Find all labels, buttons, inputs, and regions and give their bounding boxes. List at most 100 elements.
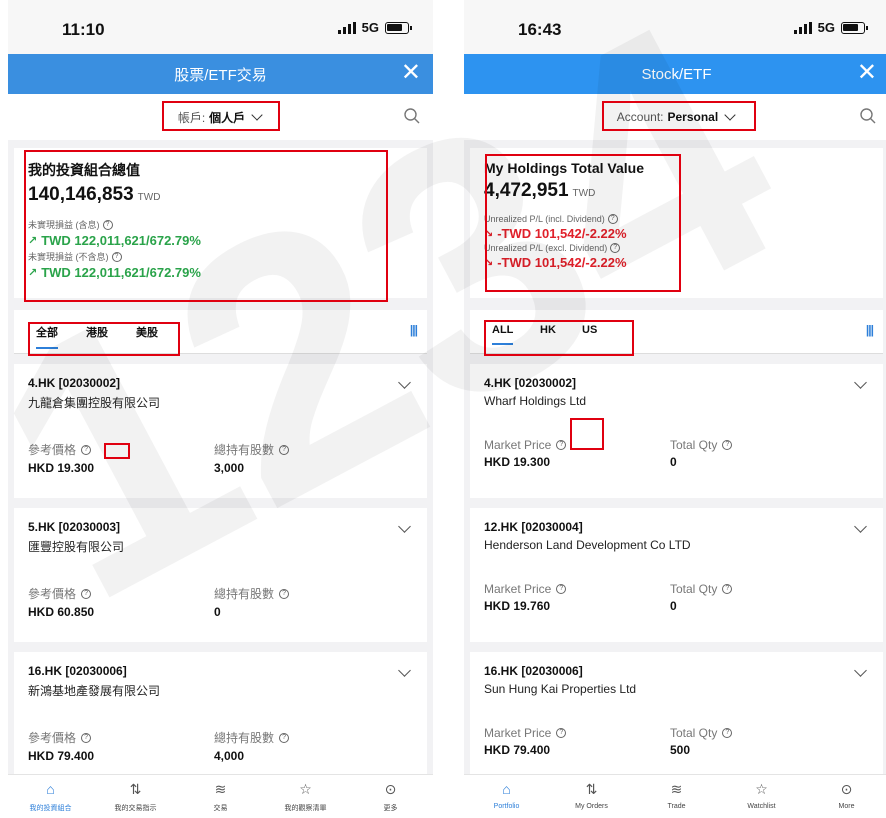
- nav-more[interactable]: ⊙ More: [804, 775, 886, 818]
- signal-icon: [337, 21, 356, 34]
- help-icon[interactable]: ?: [81, 444, 92, 455]
- tab-all[interactable]: 全部: [36, 324, 58, 349]
- phone-screen-english: 16:43 5G Stock/ETF ✕ Account: Personal M…: [464, 0, 886, 818]
- network-type: 5G: [817, 20, 835, 35]
- chevron-down-icon: [251, 109, 263, 121]
- tab-us[interactable]: 美股: [136, 324, 158, 340]
- help-icon[interactable]: ?: [722, 728, 733, 738]
- qty-label: Total Qty: [670, 726, 718, 740]
- nav-orders[interactable]: ⇅ My Orders: [549, 775, 634, 818]
- holding-name: Sun Hung Kai Properties Ltd: [484, 682, 637, 696]
- page-header: Stock/ETF ✕: [464, 54, 886, 94]
- nav-more[interactable]: ⊙ 更多: [348, 775, 433, 818]
- help-icon[interactable]: ?: [607, 214, 618, 224]
- help-icon[interactable]: ?: [81, 588, 92, 599]
- swap-arrows-icon: ⇅: [585, 781, 598, 797]
- bottom-nav: ⌂ 我的投資組合 ⇅ 我的交易指示 ≋ 交易 ☆ 我的觀察清單 ⊙ 更多: [8, 774, 433, 818]
- signal-icon: [793, 21, 812, 34]
- holding-code: 5.HK [02030003]: [28, 520, 121, 534]
- close-icon[interactable]: ✕: [857, 60, 877, 86]
- help-icon[interactable]: ?: [279, 588, 290, 599]
- help-icon[interactable]: ?: [556, 728, 567, 738]
- close-icon[interactable]: ✕: [401, 60, 421, 86]
- holding-card[interactable]: 16.HK [02030006] Sun Hung Kai Properties…: [470, 652, 883, 786]
- nav-trade[interactable]: ≋ Trade: [634, 775, 719, 818]
- help-icon[interactable]: ?: [556, 584, 567, 594]
- help-icon[interactable]: ?: [279, 732, 290, 743]
- trend-down-icon: ↘: [484, 257, 494, 269]
- pl-excl-label: 未實現損益 (不含息): [28, 252, 109, 262]
- star-icon: ☆: [299, 781, 312, 797]
- help-icon[interactable]: ?: [722, 440, 733, 450]
- help-icon[interactable]: ?: [556, 440, 567, 450]
- battery-icon: [385, 21, 412, 34]
- account-row: 帳戶: 個人戶: [8, 94, 433, 140]
- account-value: 個人戶: [209, 110, 246, 125]
- qty-value: 500: [670, 743, 691, 757]
- more-icon: ⊙: [840, 781, 853, 797]
- qty-value: 0: [214, 605, 221, 619]
- battery-icon: [841, 21, 868, 34]
- summary-title: My Holdings Total Value: [484, 160, 644, 176]
- status-time: 11:10: [62, 20, 105, 39]
- price-label: 參考價格: [28, 443, 77, 457]
- holding-card[interactable]: 16.HK [02030006] 新鴻基地產發展有限公司 參考價格? HKD 7…: [14, 652, 427, 786]
- portfolio-summary-card: 我的投資組合總值 140,146,853 TWD 未實現損益 (含息) ? ↗ …: [14, 148, 427, 298]
- holding-card[interactable]: 4.HK [02030002] Wharf Holdings Ltd Marke…: [470, 364, 883, 498]
- tab-us[interactable]: US: [582, 324, 597, 336]
- market-tabs: 全部 港股 美股 |||: [14, 310, 427, 354]
- filter-icon[interactable]: |||: [410, 323, 418, 337]
- holding-code: 12.HK [02030004]: [484, 520, 583, 534]
- page-title: Stock/ETF: [641, 65, 712, 83]
- more-icon: ⊙: [384, 781, 397, 797]
- home-icon: ⌂: [46, 781, 55, 797]
- help-icon[interactable]: ?: [81, 732, 92, 743]
- nav-orders[interactable]: ⇅ 我的交易指示: [93, 775, 178, 818]
- qty-label: Total Qty: [670, 438, 718, 452]
- qty-value: 0: [670, 455, 677, 469]
- holding-code: 4.HK [02030002]: [28, 376, 121, 390]
- holding-card[interactable]: 5.HK [02030003] 匯豐控股有限公司 參考價格? HKD 60.85…: [14, 508, 427, 642]
- holding-code: 4.HK [02030002]: [484, 376, 577, 390]
- search-icon[interactable]: [403, 107, 421, 125]
- tab-hk[interactable]: HK: [540, 324, 556, 336]
- nav-watchlist[interactable]: ☆ 我的觀察清單: [263, 775, 348, 818]
- star-icon: ☆: [755, 781, 768, 797]
- network-type: 5G: [361, 20, 379, 35]
- price-label: 參考價格: [28, 587, 77, 601]
- help-icon[interactable]: ?: [111, 251, 122, 262]
- help-icon[interactable]: ?: [279, 444, 290, 455]
- trade-icon: ≋: [670, 781, 683, 797]
- status-bar: 16:43 5G: [464, 0, 886, 54]
- price-label: 參考價格: [28, 731, 77, 745]
- trend-down-icon: ↘: [484, 228, 494, 240]
- nav-trade[interactable]: ≋ 交易: [178, 775, 263, 818]
- holding-card[interactable]: 4.HK [02030002] 九龍倉集團控股有限公司 參考價格? HKD 19…: [14, 364, 427, 498]
- summary-title: 我的投資組合總值: [28, 162, 140, 178]
- help-icon[interactable]: ?: [102, 219, 113, 230]
- nav-watchlist[interactable]: ☆ Watchlist: [719, 775, 804, 818]
- filter-icon[interactable]: |||: [866, 323, 874, 337]
- holding-code: 16.HK [02030006]: [484, 664, 583, 678]
- pl-incl-label: Unrealized P/L (incl. Dividend): [484, 214, 605, 224]
- status-time: 16:43: [518, 20, 562, 39]
- portfolio-summary-card: My Holdings Total Value 4,472,951 TWD Un…: [470, 148, 883, 298]
- tab-all[interactable]: ALL: [492, 324, 514, 345]
- chevron-down-icon: [724, 109, 736, 121]
- page-header: 股票/ETF交易 ✕: [8, 54, 433, 94]
- search-icon[interactable]: [859, 107, 877, 125]
- account-label: Account:: [616, 110, 664, 124]
- page-title: 股票/ETF交易: [174, 66, 267, 84]
- help-icon[interactable]: ?: [610, 243, 621, 253]
- nav-portfolio[interactable]: ⌂ Portfolio: [464, 775, 549, 818]
- holding-card[interactable]: 12.HK [02030004] Henderson Land Developm…: [470, 508, 883, 642]
- help-icon[interactable]: ?: [722, 584, 733, 594]
- price-value: HKD 19.760: [484, 599, 551, 613]
- holding-name: Henderson Land Development Co LTD: [484, 538, 691, 552]
- account-selector[interactable]: Account: Personal: [609, 104, 744, 130]
- tab-hk[interactable]: 港股: [86, 324, 108, 340]
- account-selector[interactable]: 帳戶: 個人戶: [170, 103, 271, 132]
- nav-portfolio[interactable]: ⌂ 我的投資組合: [8, 775, 93, 818]
- price-value: HKD 60.850: [28, 605, 95, 619]
- holding-name: 新鴻基地產發展有限公司: [28, 684, 161, 698]
